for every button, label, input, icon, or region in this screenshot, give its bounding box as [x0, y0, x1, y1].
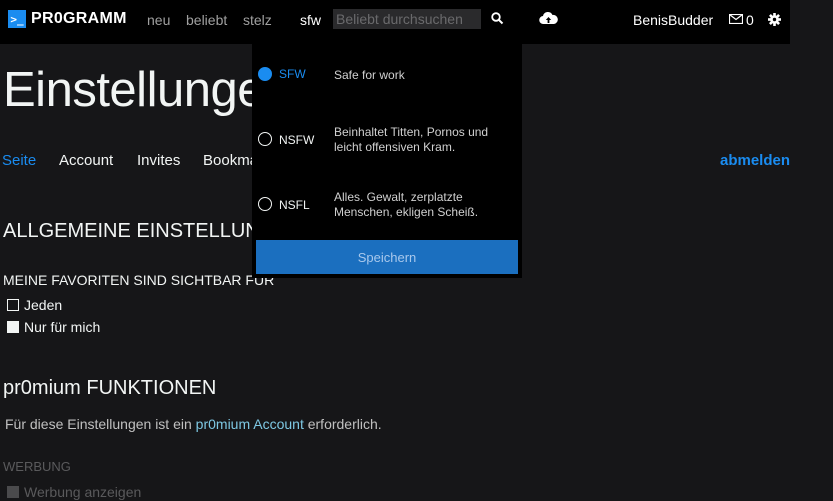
- filter-description: Alles. Gewalt, zerplatzte Menschen, ekli…: [334, 190, 479, 219]
- message-count: 0: [746, 12, 754, 28]
- ads-heading: WERBUNG: [3, 459, 71, 474]
- search-icon[interactable]: [491, 12, 504, 25]
- page-title: Einstellungen: [3, 63, 291, 117]
- envelope-icon[interactable]: [729, 14, 743, 24]
- premium-info-text: Für diese Einstellungen ist ein pr0mium …: [5, 416, 382, 432]
- filter-label: SFW: [279, 67, 306, 81]
- filter-label: NSFL: [279, 198, 310, 212]
- radio[interactable]: [258, 197, 272, 211]
- tab-seite[interactable]: Seite: [2, 152, 36, 169]
- favorites-visibility-heading: MEINE FAVORITEN SIND SICHTBAR FÜR: [3, 272, 275, 288]
- option-show-ads: Werbung anzeigen: [7, 484, 141, 500]
- checkbox-checked[interactable]: [7, 321, 19, 333]
- tab-invites[interactable]: Invites: [137, 152, 180, 169]
- checkbox-disabled: [7, 486, 19, 498]
- content-filter-toggle[interactable]: sfw: [300, 12, 321, 28]
- option-label: Nur für mich: [24, 319, 101, 335]
- content-filter-dropdown: SFW Safe for work NSFW Beinhaltet Titten…: [252, 44, 522, 278]
- top-navbar: >_ PR0GRAMM neu beliebt stelz sfw BenisB…: [0, 0, 790, 44]
- radio-selected[interactable]: [258, 67, 272, 81]
- checkbox[interactable]: [7, 299, 19, 311]
- premium-heading: pr0mium FUNKTIONEN: [3, 377, 217, 399]
- radio[interactable]: [258, 132, 272, 146]
- nav-beliebt[interactable]: beliebt: [186, 12, 227, 28]
- filter-description: Safe for work: [334, 68, 405, 82]
- logo-mark: >_: [8, 10, 26, 28]
- search-input[interactable]: [333, 9, 481, 29]
- save-button[interactable]: Speichern: [256, 240, 518, 274]
- option-label: Jeden: [24, 297, 63, 313]
- option-everyone[interactable]: Jeden: [7, 297, 62, 313]
- upload-cloud-icon[interactable]: [539, 11, 558, 26]
- nav-neu[interactable]: neu: [147, 12, 170, 28]
- tab-account[interactable]: Account: [59, 152, 113, 169]
- filter-label: NSFW: [279, 133, 315, 147]
- logo-text: PR0GRAMM: [31, 10, 127, 27]
- nav-stelz[interactable]: stelz: [243, 12, 272, 28]
- filter-description: Beinhaltet Titten, Pornos und leicht off…: [334, 125, 489, 154]
- option-only-me[interactable]: Nur für mich: [7, 319, 100, 335]
- logo[interactable]: >_ PR0GRAMM: [8, 10, 127, 28]
- username-link[interactable]: BenisBudder: [633, 12, 713, 28]
- gear-icon[interactable]: [768, 13, 781, 26]
- option-label: Werbung anzeigen: [24, 484, 142, 500]
- premium-account-link[interactable]: pr0mium Account: [196, 416, 304, 432]
- logout-link[interactable]: abmelden: [720, 152, 790, 169]
